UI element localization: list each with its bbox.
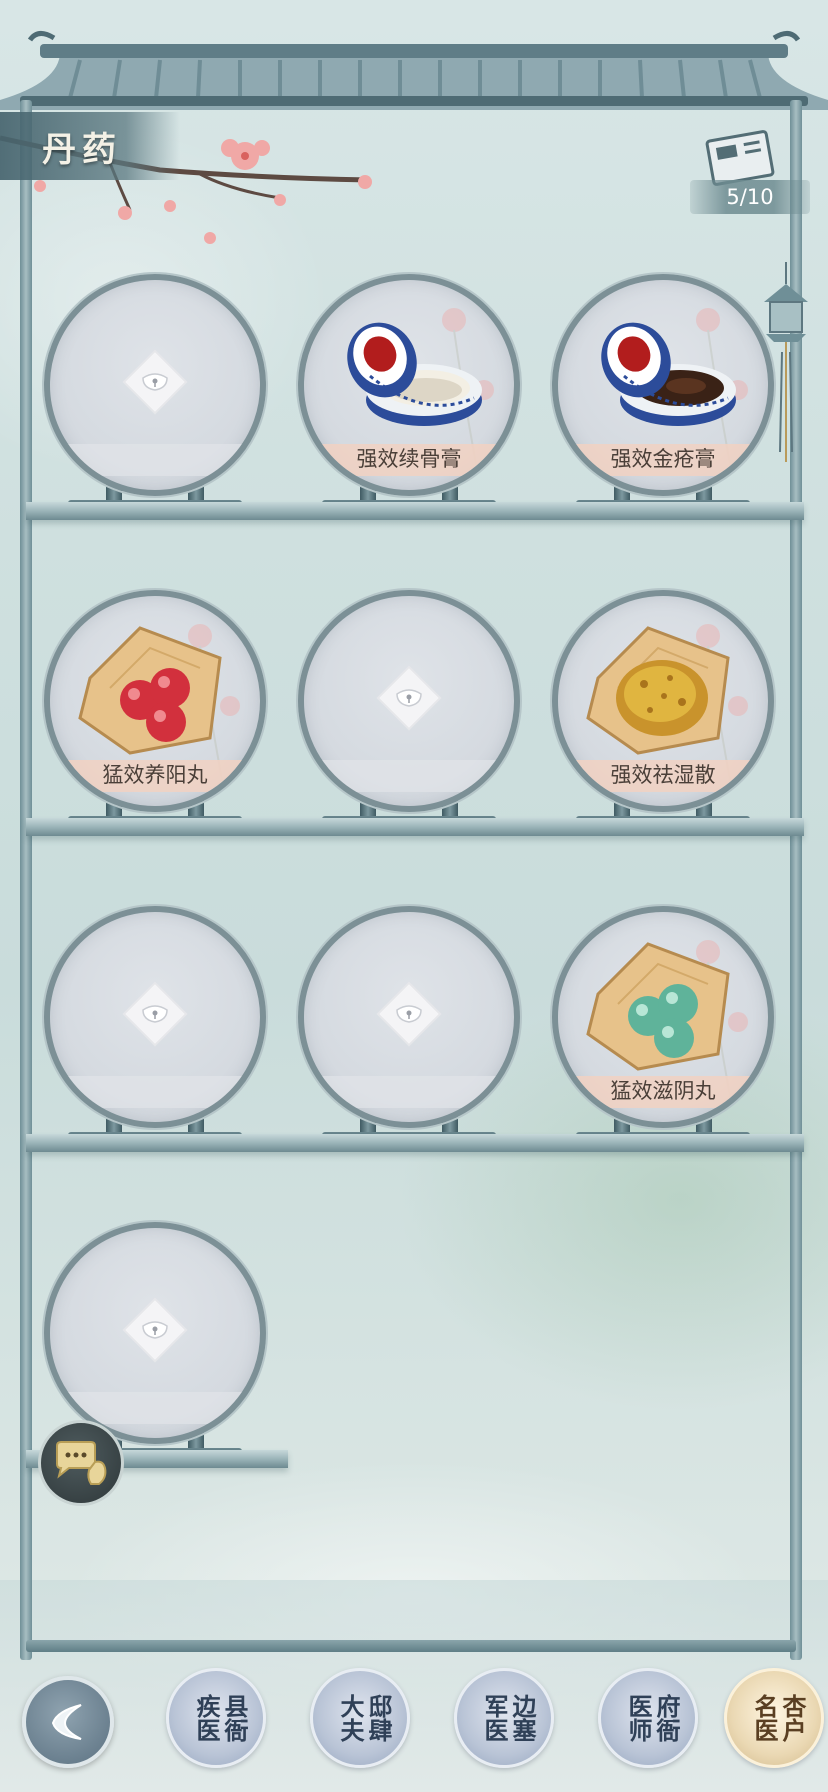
shelf-board: [26, 818, 804, 836]
background-mist: [0, 0, 828, 1792]
tab-label: 边塞军医: [480, 1694, 537, 1742]
tab-famous-doctor[interactable]: 杏户名医: [724, 1668, 824, 1768]
green-pills-icon: [586, 942, 730, 1071]
display-disc: [298, 906, 520, 1128]
back-arrow-icon: [51, 1704, 82, 1740]
shelf-board: [26, 502, 804, 520]
slot-item[interactable]: 猛效养阳丸: [40, 590, 270, 830]
tab-frontier-medic[interactable]: 边塞军医: [454, 1668, 554, 1768]
item-name: 强效祛湿散: [610, 763, 716, 787]
collection-counter: 5/10: [690, 180, 810, 214]
display-disc: 猛效养阳丸: [44, 590, 266, 812]
chat-button[interactable]: [38, 1420, 124, 1506]
lock-icon: [122, 349, 188, 415]
pavilion-roof: [0, 31, 828, 110]
display-disc: 猛效滋阴丸: [552, 906, 774, 1128]
brown-ointment-jar-icon: [601, 322, 736, 426]
yellow-powder-icon: [586, 626, 730, 755]
chat-bubble-icon: [56, 1441, 107, 1485]
slot-item[interactable]: 强效金疮膏: [548, 274, 778, 514]
display-disc: [298, 590, 520, 812]
tab-town-doctor[interactable]: 邸肆大夫: [310, 1668, 410, 1768]
slot-empty[interactable]: [294, 590, 524, 830]
display-disc: [44, 1222, 266, 1444]
display-disc: 强效续骨膏: [298, 274, 520, 496]
slot-item[interactable]: 强效祛湿散: [548, 590, 778, 830]
slot-empty[interactable]: [294, 906, 524, 1146]
tab-prefecture-physician[interactable]: 府衙医师: [598, 1668, 698, 1768]
tab-label: 府衙医师: [624, 1694, 681, 1742]
item-name: 猛效养阳丸: [102, 763, 208, 787]
tab-label: 县衙疾医: [192, 1694, 249, 1742]
display-disc: 强效金疮膏: [552, 274, 774, 496]
lock-icon: [376, 665, 442, 731]
shelf-board: [26, 1134, 804, 1152]
display-disc: [44, 274, 266, 496]
lock-icon: [122, 1297, 188, 1363]
page-title: 丹药: [42, 129, 122, 170]
title-plate: 丹药: [0, 112, 180, 180]
slot-empty[interactable]: [40, 274, 270, 514]
slot-item[interactable]: 强效续骨膏: [294, 274, 524, 514]
frame-post-left: [20, 100, 32, 1660]
tab-county-physician[interactable]: 县衙疾医: [166, 1668, 266, 1768]
red-pills-icon: [78, 626, 222, 755]
lock-icon: [376, 981, 442, 1047]
tab-label: 杏户名医: [750, 1694, 807, 1742]
slot-empty[interactable]: [40, 906, 270, 1146]
floor: [0, 1580, 828, 1792]
back-button[interactable]: [22, 1676, 114, 1768]
item-name: 强效金疮膏: [610, 447, 716, 471]
display-disc: 强效祛湿散: [552, 590, 774, 812]
slot-item[interactable]: 猛效滋阴丸: [548, 906, 778, 1146]
lock-icon: [122, 981, 188, 1047]
item-name: 强效续骨膏: [356, 447, 462, 471]
item-name: 猛效滋阴丸: [610, 1079, 716, 1103]
tab-label: 邸肆大夫: [336, 1694, 393, 1742]
display-disc: [44, 906, 266, 1128]
white-ointment-jar-icon: [347, 322, 482, 426]
frame-beam-bottom: [26, 1640, 796, 1652]
